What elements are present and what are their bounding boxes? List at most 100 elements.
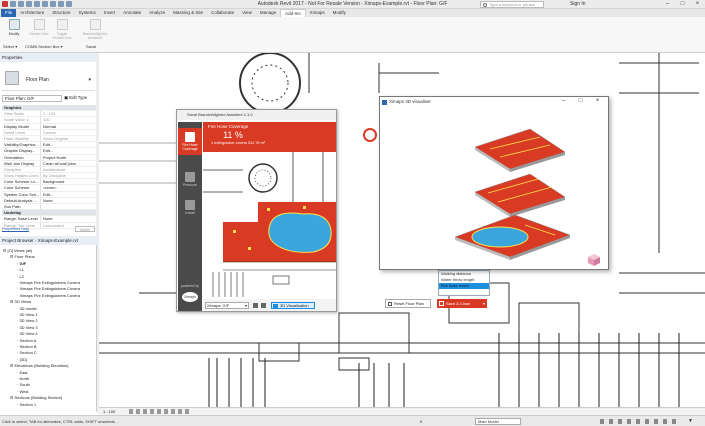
layer-icon[interactable] (253, 303, 258, 308)
filter-icon[interactable] (261, 303, 266, 308)
section-box-label: Section Box (29, 32, 49, 36)
browser-item[interactable]: · {3D} (17, 357, 27, 362)
browser-item[interactable]: · North (17, 376, 29, 381)
browser-item[interactable]: ⊟ [O] Views (all) (3, 248, 32, 253)
property-value[interactable]: None (40, 197, 96, 203)
menu-item-fire-hose-reach[interactable]: Fire hose reach (439, 283, 489, 289)
pressure-tab[interactable]: Pressure (178, 172, 202, 187)
browser-item[interactable]: · 3D View 3 (17, 325, 38, 330)
browser-item[interactable]: · West (17, 389, 29, 394)
tab-insert[interactable]: Insert (100, 9, 119, 17)
section-box-button[interactable]: Section Box (28, 19, 50, 43)
tab-modify[interactable]: Modify (329, 9, 350, 17)
browser-item[interactable]: ⊟ 3D Views (10, 299, 31, 304)
search-input[interactable]: Type a keyword or phrase (480, 1, 544, 8)
minimize-icon[interactable]: – (660, 0, 675, 9)
minimize-icon[interactable]: – (555, 97, 572, 107)
browser-item[interactable]: ⊟ Sections (Building Section) (10, 395, 62, 400)
browser-item[interactable]: ⊟ Elevations (Building Elevation) (10, 363, 69, 368)
sign-in-link[interactable]: Sign In (570, 1, 586, 7)
select-panel-label[interactable]: Select ▾ (3, 44, 17, 49)
property-value[interactable]: Edit... (40, 148, 96, 154)
tab-systems[interactable]: Systems (75, 9, 100, 17)
tab-massing-site[interactable]: Massing & Site (169, 9, 207, 17)
browser-item[interactable]: · South (17, 382, 30, 387)
3d-visualisation-button[interactable]: 3D Visualisation (271, 302, 315, 309)
comb-section-box-panel-label[interactable]: COMB Section Box ▾ (25, 44, 63, 49)
browser-item[interactable]: · 3D View 2 (17, 318, 38, 323)
browser-item[interactable]: · Ximaps Fire Extinguishers Covera (17, 293, 80, 298)
reset-floor-plan-button[interactable]: Reset Floor Plan (385, 299, 431, 308)
brandveiligheid-label: Brandveiligheid Assistent (82, 32, 108, 40)
filter-icon[interactable]: ▼ (688, 418, 693, 424)
browser-item[interactable]: · 3D View 1 (17, 312, 38, 317)
tab-view[interactable]: View (238, 9, 256, 17)
close-icon[interactable]: × (690, 0, 705, 9)
browser-item[interactable]: · Section A (17, 338, 36, 343)
tab-analyze[interactable]: Analyze (145, 9, 169, 17)
ribbon-tabs: File Architecture Structure Systems Insert An… (0, 9, 705, 17)
design-option-select[interactable]: Main Model (475, 418, 521, 425)
brandveiligheid-assistent-button[interactable]: Brandveiligheid Assistent (80, 19, 110, 43)
browser-item[interactable]: · East (17, 370, 27, 375)
property-value[interactable]: Normal (40, 123, 96, 129)
browser-item[interactable]: · 3D model (17, 306, 37, 311)
browser-item[interactable]: · Ximaps Fire Extinguishers Covera (17, 286, 80, 291)
property-value[interactable]: Edit... (40, 191, 96, 197)
property-name: Color Scheme (4, 185, 30, 191)
tab-collaborate[interactable]: Collaborate (207, 9, 238, 17)
property-value[interactable] (40, 105, 96, 110)
view-control-icons[interactable] (129, 409, 189, 414)
properties-help-link[interactable]: Properties help (2, 226, 29, 231)
ximaps-logo: Ximaps (182, 292, 198, 302)
dialog-main: Fire Hose Coverage 11 % 1 extinguisher c… (203, 122, 337, 311)
property-value[interactable]: Edit... (40, 142, 96, 148)
save-close-button[interactable]: Save & Close ▾ (437, 299, 487, 308)
property-name: Orientation (4, 154, 24, 160)
tab-file[interactable]: File (1, 9, 17, 17)
level-select[interactable]: Ximaps: G/F ▾ (205, 302, 249, 309)
selection-filter-icons[interactable] (600, 419, 680, 424)
modify-button[interactable]: Modify (3, 19, 25, 43)
edit-type-button[interactable]: ▣ Edit Type (64, 95, 94, 102)
tab-structure[interactable]: Structure (48, 9, 74, 17)
apply-button[interactable]: Apply (75, 226, 95, 232)
browser-item[interactable]: · L2 (17, 274, 24, 279)
property-value[interactable]: Project North (40, 154, 96, 160)
maximize-icon[interactable]: □ (572, 97, 589, 107)
view-scale[interactable]: 1 : 100 (103, 409, 115, 414)
property-value[interactable]: Background (40, 179, 96, 185)
install-tab[interactable]: Install (178, 200, 202, 215)
coverage-floor-plan[interactable] (203, 152, 336, 297)
browser-item[interactable]: ⊟ Floor Plans (10, 254, 35, 259)
browser-item[interactable]: · Section C (17, 350, 37, 355)
toggle-section-box-button[interactable]: Toggle Section Box (51, 19, 73, 43)
type-selector[interactable]: Floor Plan ▾ (2, 67, 95, 91)
tab-ximaps[interactable]: Ximaps (306, 9, 329, 17)
3d-floor-stack[interactable] (380, 107, 608, 269)
property-value[interactable] (40, 204, 96, 210)
property-value[interactable]: <none> (40, 185, 96, 191)
view-cube-icon[interactable] (588, 254, 600, 266)
browser-item[interactable]: · Section B (17, 344, 37, 349)
browser-item[interactable]: · L1 (17, 267, 24, 272)
browser-item[interactable]: · Section 1 (17, 402, 36, 407)
property-value[interactable] (40, 210, 96, 215)
tab-architecture[interactable]: Architecture (16, 9, 48, 17)
browser-item-label: [O] Views (all) (7, 248, 33, 253)
tab-manage[interactable]: Manage (256, 9, 280, 17)
property-value: 100 (40, 117, 96, 123)
instance-selector[interactable]: Floor Plan: G/F (2, 95, 62, 102)
design-option-value: Main Model (478, 419, 499, 424)
browser-item[interactable]: · Ximaps Fire Extinguishers Covera (17, 280, 80, 285)
browser-item-label: L2 (19, 273, 24, 279)
property-value[interactable]: Clean all wall joins (40, 160, 96, 166)
tab-add-ins[interactable]: Add-Ins (280, 9, 306, 17)
browser-item[interactable]: · 3D View 4 (17, 331, 38, 336)
fire-hose-coverage-tab[interactable]: Fire Hose Coverage (178, 128, 202, 155)
property-value[interactable]: None (40, 216, 96, 222)
tab-annotate[interactable]: Annotate (119, 9, 145, 17)
close-icon[interactable]: × (589, 97, 606, 107)
maximize-icon[interactable]: □ (675, 0, 690, 9)
browser-item[interactable]: · G/F (17, 261, 26, 266)
